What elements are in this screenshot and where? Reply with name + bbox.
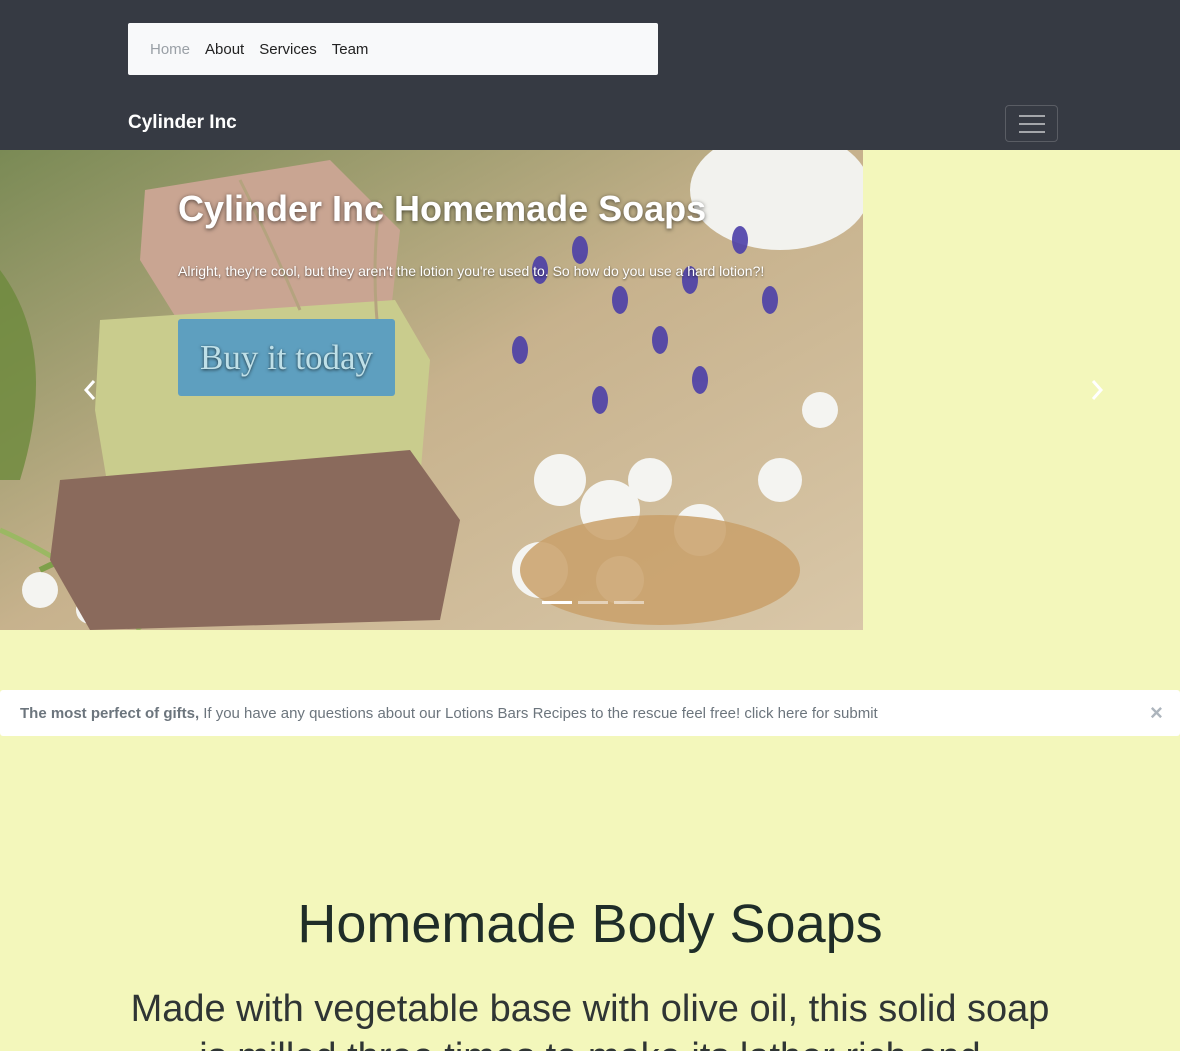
chevron-left-icon[interactable] — [80, 378, 100, 402]
carousel-indicator-1[interactable] — [542, 601, 572, 604]
carousel-indicators — [542, 601, 644, 604]
chevron-right-icon[interactable] — [1087, 378, 1107, 402]
section-title: Homemade Body Soaps — [297, 894, 883, 954]
breadcrumb-home[interactable]: Home — [150, 41, 190, 58]
carousel-indicator-2[interactable] — [578, 601, 608, 604]
gift-alert: The most perfect of gifts, If you have a… — [0, 690, 1180, 736]
top-bar: Home About Services Team Cylinder Inc — [0, 0, 1180, 150]
buy-button[interactable]: Buy it today — [178, 319, 395, 396]
carousel-text: Alright, they're cool, but they aren't t… — [178, 263, 765, 279]
alert-strong-text: The most perfect of gifts, — [20, 704, 200, 722]
hamburger-icon[interactable] — [1005, 105, 1058, 142]
section-subtitle: Made with vegetable base with olive oil,… — [130, 988, 1050, 1051]
breadcrumb: Home About Services Team — [128, 23, 658, 75]
navbar-brand[interactable]: Cylinder Inc — [128, 112, 237, 134]
hero-carousel: Cylinder Inc Homemade Soaps Alright, the… — [0, 150, 1180, 630]
close-icon[interactable]: × — [1150, 702, 1163, 724]
carousel-title: Cylinder Inc Homemade Soaps — [178, 188, 707, 229]
carousel-indicator-3[interactable] — [614, 601, 644, 604]
alert-text[interactable]: If you have any questions about our Loti… — [203, 705, 878, 722]
breadcrumb-services[interactable]: Services — [259, 41, 317, 58]
breadcrumb-about[interactable]: About — [205, 41, 244, 58]
breadcrumb-team[interactable]: Team — [332, 41, 369, 58]
